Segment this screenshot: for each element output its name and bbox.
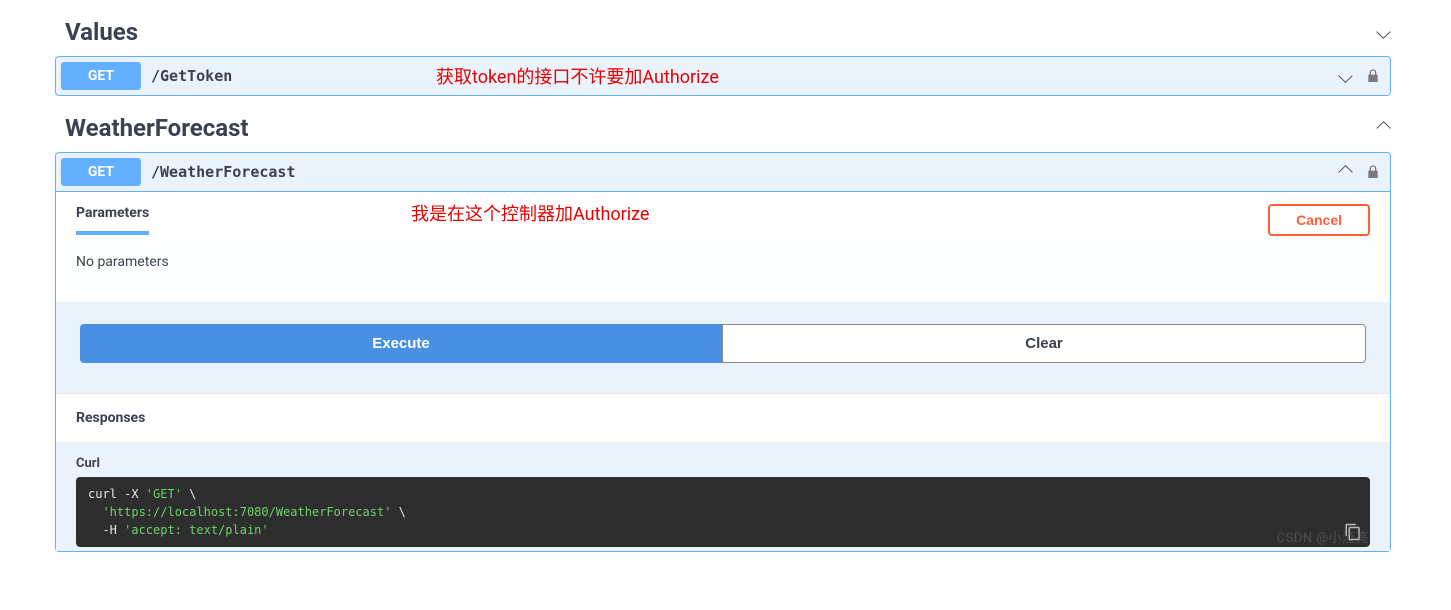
annotation-text: 我是在这个控制器加Authorize — [411, 200, 649, 226]
chevron-down-icon: ⌵ — [1376, 22, 1391, 42]
copy-icon[interactable] — [1344, 523, 1362, 541]
execute-button[interactable]: Execute — [80, 324, 722, 363]
chevron-up-icon[interactable]: ⌵ — [1338, 162, 1353, 182]
clear-button[interactable]: Clear — [722, 324, 1366, 363]
curl-label: Curl — [76, 456, 1370, 471]
chevron-up-icon: ⌵ — [1376, 118, 1391, 138]
endpoint-body: Parameters 我是在这个控制器加Authorize Cancel No … — [55, 192, 1391, 552]
section-title: WeatherForecast — [65, 114, 249, 142]
responses-header: Responses — [56, 393, 1390, 442]
parameters-tab[interactable]: Parameters — [76, 205, 149, 235]
lock-icon[interactable] — [1365, 163, 1381, 181]
no-parameters-text: No parameters — [76, 254, 169, 270]
cancel-button[interactable]: Cancel — [1268, 204, 1370, 236]
section-header-values[interactable]: Values ⌵ — [55, 0, 1391, 56]
parameters-body: No parameters — [56, 236, 1390, 302]
endpoint-row-gettoken[interactable]: GET /GetToken 获取token的接口不许要加Authorize ⌵ — [55, 56, 1391, 96]
annotation-text: 获取token的接口不许要加Authorize — [436, 63, 719, 89]
section-title: Values — [65, 18, 138, 46]
lock-icon[interactable] — [1365, 67, 1381, 85]
http-method-badge: GET — [61, 62, 141, 90]
curl-code-block: curl -X 'GET' \ 'https://localhost:7080/… — [76, 477, 1370, 547]
chevron-down-icon[interactable]: ⌵ — [1338, 66, 1353, 86]
endpoint-row-weatherforecast[interactable]: GET /WeatherForecast ⌵ — [55, 152, 1391, 192]
http-method-badge: GET — [61, 158, 141, 186]
endpoint-path: /WeatherForecast — [151, 163, 296, 181]
endpoint-path: /GetToken — [151, 67, 232, 85]
section-header-weather[interactable]: WeatherForecast ⌵ — [55, 96, 1391, 152]
